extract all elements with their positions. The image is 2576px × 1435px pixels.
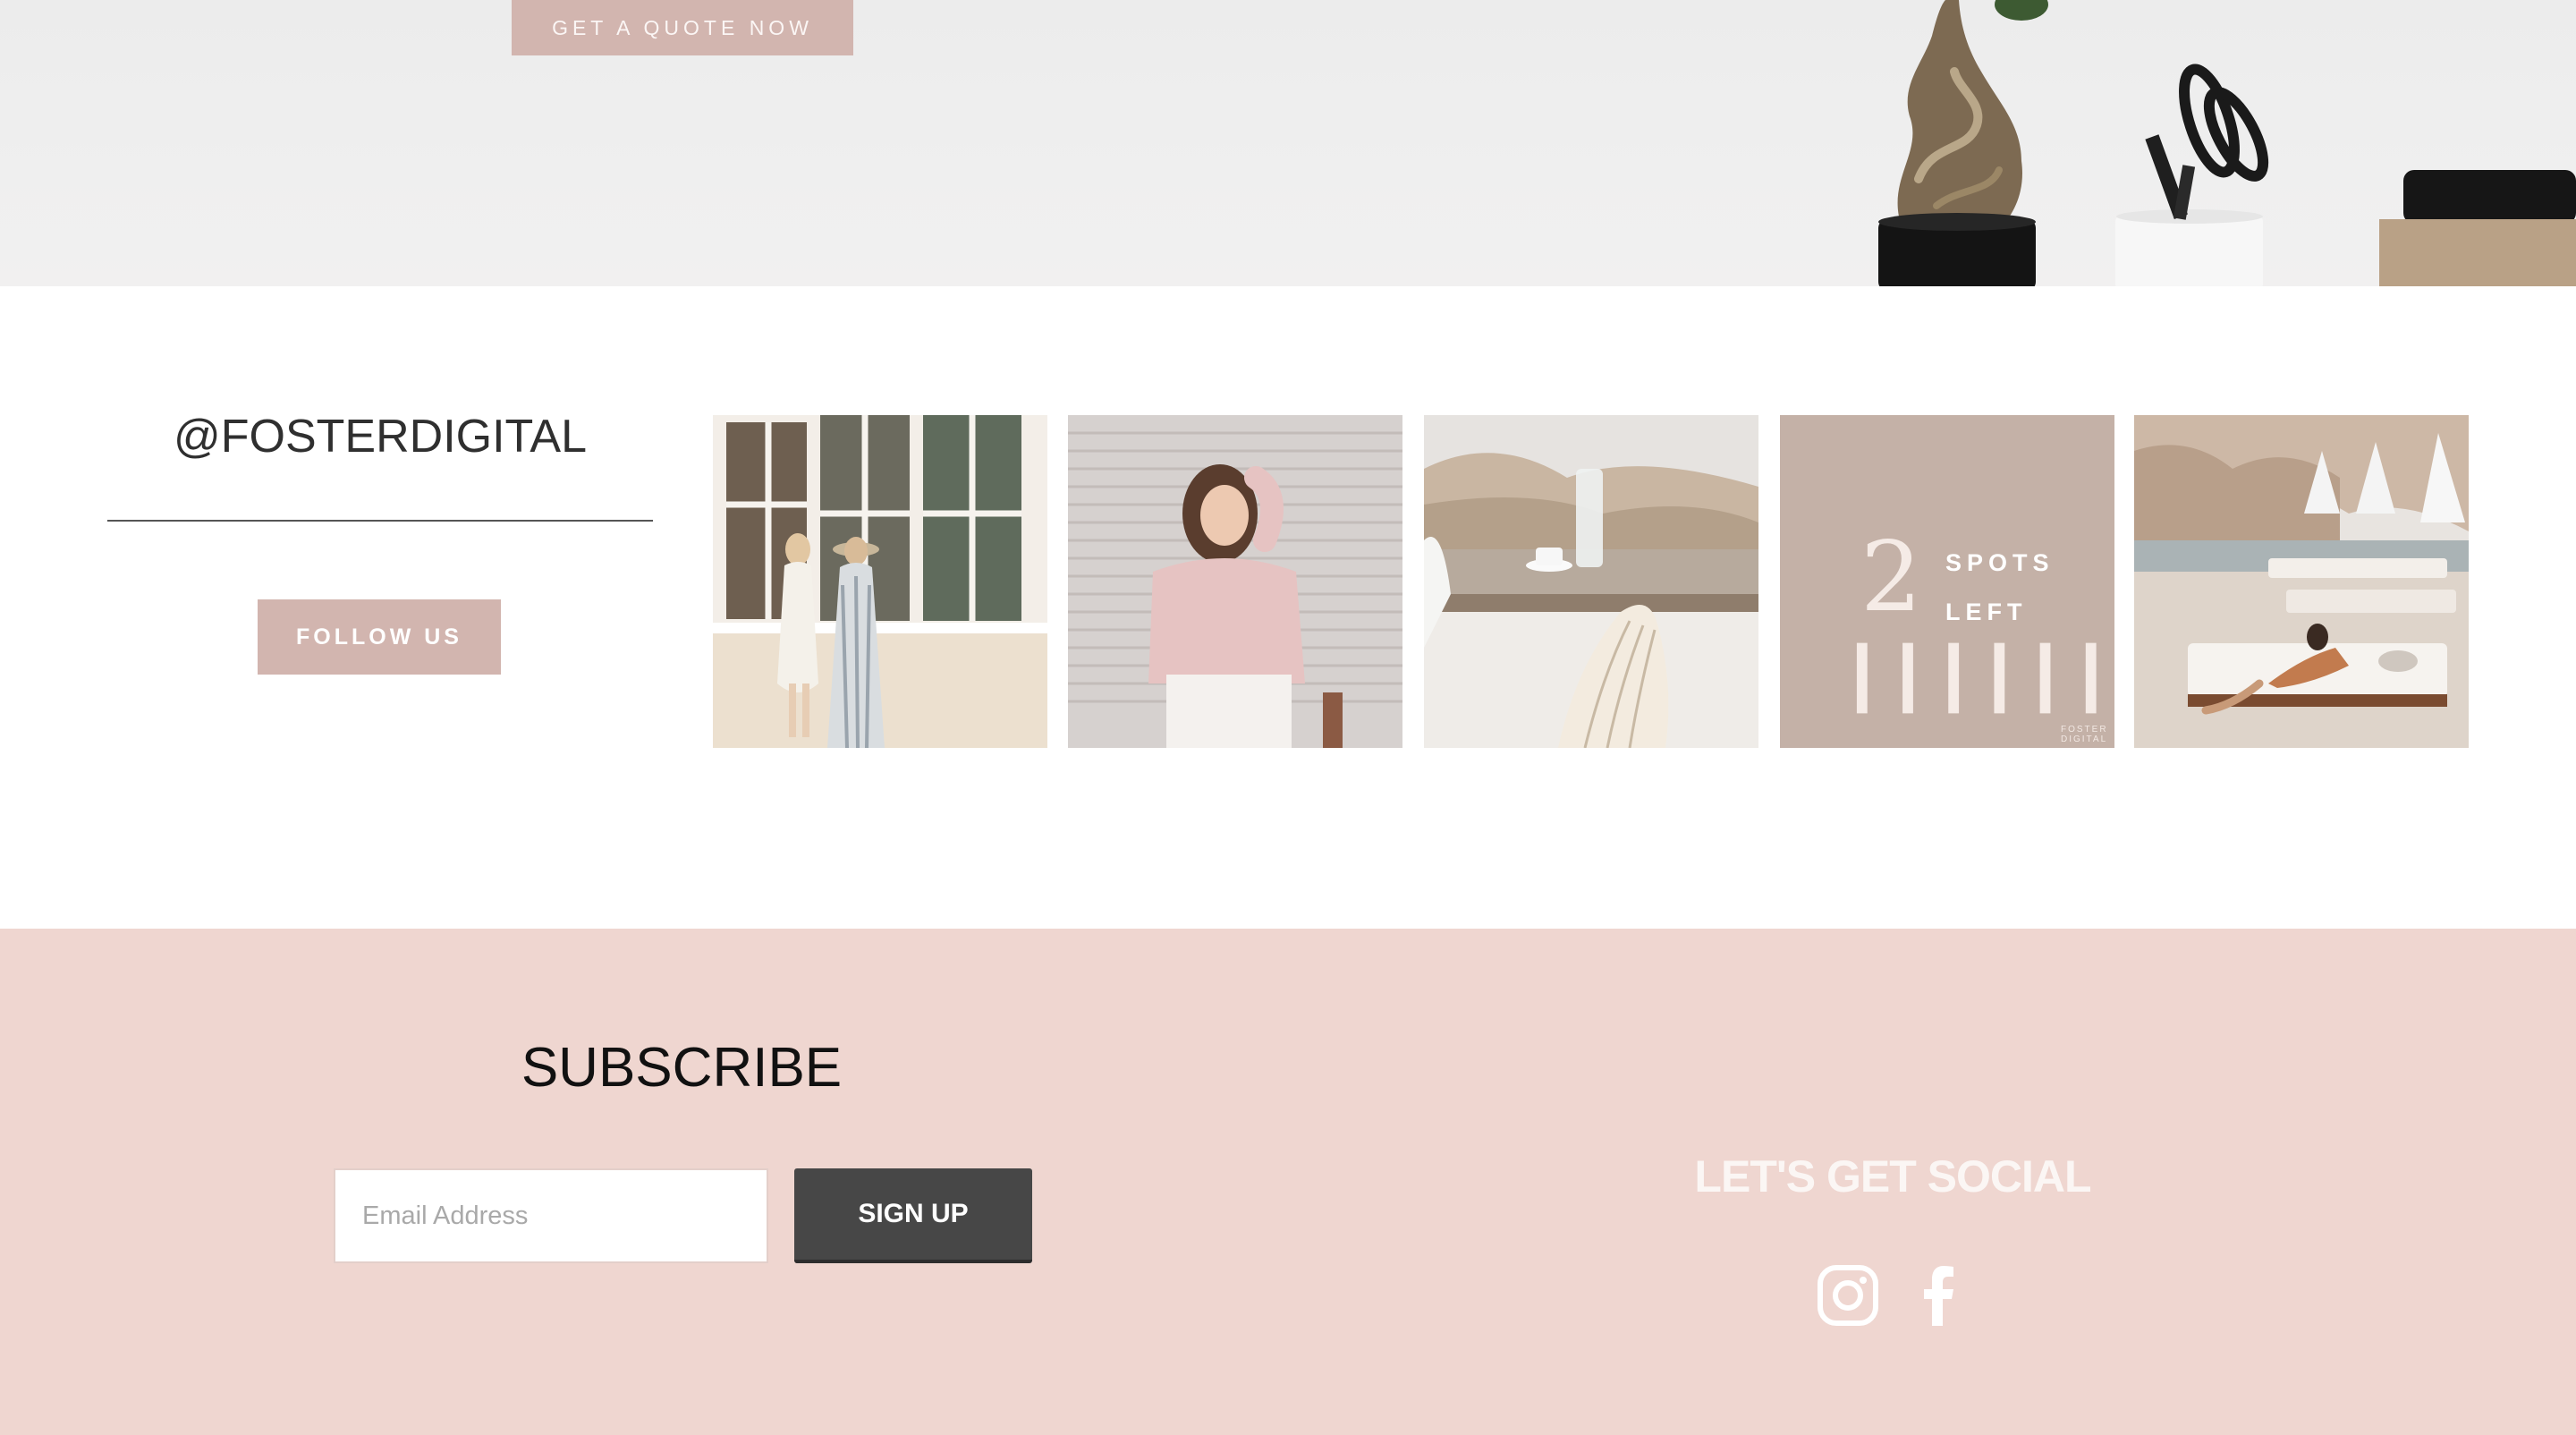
follow-us-button[interactable]: FOLLOW US xyxy=(258,599,501,675)
desk-plant-image xyxy=(1878,0,2576,286)
instagram-photo-3[interactable] xyxy=(1424,415,1758,748)
get-a-quote-button[interactable]: GET A QUOTE NOW xyxy=(512,0,853,55)
promo-text-left: LEFT xyxy=(1945,599,2028,625)
facebook-icon[interactable] xyxy=(1907,1263,1971,1328)
promo-text-spots: SPOTS xyxy=(1945,549,2055,576)
instagram-icon[interactable] xyxy=(1816,1263,1880,1328)
promo-brand: FOSTER DIGITAL xyxy=(2061,725,2114,744)
instagram-promo-tile[interactable]: 2 SPOTS LEFT FOSTER DIGITAL xyxy=(1780,415,2114,748)
sign-up-button[interactable]: SIGN UP xyxy=(794,1168,1032,1263)
divider xyxy=(107,520,653,522)
instagram-photo-2[interactable] xyxy=(1068,415,1402,748)
instagram-handle[interactable]: @FOSTERDIGITAL xyxy=(107,410,653,463)
email-field[interactable] xyxy=(334,1168,768,1263)
promo-number: 2 xyxy=(1860,522,1922,633)
promo-brand-line1: FOSTER xyxy=(2061,725,2108,734)
social-heading: LET'S GET SOCIAL xyxy=(1694,1151,2091,1201)
instagram-photo-1[interactable] xyxy=(713,415,1047,748)
instagram-photo-5[interactable] xyxy=(2134,415,2469,748)
subscribe-heading: SUBSCRIBE xyxy=(521,1037,843,1099)
footer: SUBSCRIBE SIGN UP LET'S GET SOCIAL xyxy=(0,929,2576,1435)
promo-brand-line2: DIGITAL xyxy=(2061,734,2108,744)
hero-banner: GET A QUOTE NOW xyxy=(0,0,2576,286)
